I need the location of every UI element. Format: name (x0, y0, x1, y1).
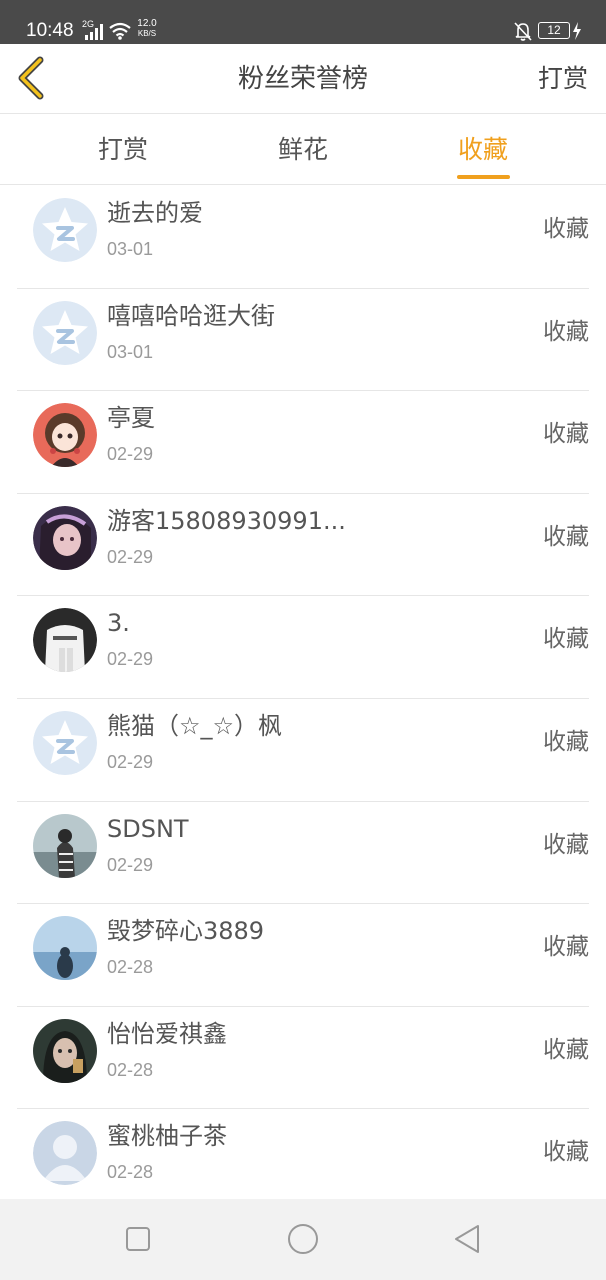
fan-date: 02-28 (107, 1059, 154, 1080)
fan-action: 收藏 (543, 1139, 589, 1166)
system-nav-bar (0, 1199, 606, 1280)
status-time: 10:48 (26, 20, 74, 41)
list-item[interactable]: 游客15808930991... 02-29 收藏 (17, 494, 589, 597)
status-bar: 10:48 2G 12.0 KB/S 12 (0, 0, 606, 44)
tab-bar: 打赏 鲜花 收藏 (0, 115, 606, 185)
network-speed: 12.0 KB/S (134, 19, 160, 39)
fan-action: 收藏 (543, 523, 589, 550)
fan-list: 逝去的爱 03-01 收藏 嘻嘻哈哈逛大街 03-01 收藏 亭夏 02-29 … (0, 186, 606, 1212)
signal-icon (85, 24, 103, 40)
fan-action: 收藏 (543, 831, 589, 858)
fan-date: 03-01 (107, 341, 154, 362)
app-header: 粉丝荣誉榜 打赏 (0, 44, 606, 114)
fan-date: 02-29 (107, 751, 154, 772)
fan-date: 03-01 (107, 239, 154, 259)
fan-action: 收藏 (543, 728, 589, 755)
list-item[interactable]: 熊猫（☆_☆）枫 02-29 收藏 (17, 699, 589, 802)
fan-date: 02-29 (107, 854, 154, 875)
triangle-back-icon[interactable] (450, 1221, 486, 1257)
fan-name: 嘻嘻哈哈逛大街 (107, 301, 275, 330)
fan-date: 02-29 (107, 546, 154, 567)
fan-action: 收藏 (543, 318, 589, 345)
beach-person-avatar (33, 813, 97, 878)
bell-muted-icon (514, 22, 532, 41)
battery-indicator: 12 (538, 22, 570, 39)
charging-icon (573, 22, 581, 40)
page-title: 粉丝荣誉榜 (237, 64, 368, 94)
sea-silhouette-avatar (33, 916, 97, 981)
active-tab-indicator (457, 175, 510, 179)
fan-date: 02-29 (107, 649, 154, 670)
fan-name: 怡怡爱祺鑫 (107, 1019, 227, 1048)
tab-favorites[interactable]: 收藏 (458, 133, 508, 167)
default-person-avatar (33, 1121, 97, 1186)
list-item[interactable]: 逝去的爱 03-01 收藏 (17, 186, 589, 289)
dark-portrait-avatar (33, 1018, 97, 1083)
fan-date: 02-28 (107, 957, 154, 978)
fan-name: 熊猫（☆_☆）枫 (107, 711, 283, 740)
default-star-avatar (33, 710, 97, 775)
reward-button[interactable]: 打赏 (538, 62, 588, 96)
girl-photo-avatar (33, 505, 97, 570)
fan-name: SDSNT (107, 814, 189, 843)
default-star-avatar (33, 198, 97, 262)
anime-girl-avatar (33, 403, 97, 468)
fan-date: 02-29 (107, 444, 154, 465)
sweater-photo-avatar (33, 608, 97, 673)
fan-name: 蜜桃柚子茶 (107, 1122, 227, 1151)
fan-action: 收藏 (543, 1036, 589, 1063)
list-item[interactable]: 嘻嘻哈哈逛大街 03-01 收藏 (17, 289, 589, 392)
fan-name: 逝去的爱 (107, 199, 203, 227)
list-item[interactable]: 怡怡爱祺鑫 02-28 收藏 (17, 1007, 589, 1110)
fan-name: 3. (107, 609, 130, 638)
list-item[interactable]: 蜜桃柚子茶 02-28 收藏 (17, 1109, 589, 1212)
tab-flowers[interactable]: 鲜花 (278, 133, 328, 167)
fan-action: 收藏 (543, 421, 589, 448)
speed-value: 12.0 (137, 18, 157, 29)
square-icon[interactable] (120, 1221, 156, 1257)
fan-action: 收藏 (543, 626, 589, 653)
fan-date: 02-28 (107, 1162, 154, 1183)
list-item[interactable]: 3. 02-29 收藏 (17, 596, 589, 699)
fan-action: 收藏 (543, 216, 589, 242)
fan-action: 收藏 (543, 934, 589, 961)
fan-name: 亭夏 (107, 404, 155, 433)
circle-icon[interactable] (285, 1221, 321, 1257)
list-item[interactable]: SDSNT 02-29 收藏 (17, 802, 589, 905)
fan-name: 毁梦碎心3889 (107, 917, 265, 946)
default-star-avatar (33, 300, 97, 365)
speed-unit: KB/S (137, 29, 157, 38)
wifi-icon (109, 22, 131, 40)
fan-name: 游客15808930991... (107, 506, 346, 535)
list-item[interactable]: 亭夏 02-29 收藏 (17, 391, 589, 494)
tab-reward[interactable]: 打赏 (98, 133, 148, 167)
list-item[interactable]: 毁梦碎心3889 02-28 收藏 (17, 904, 589, 1007)
